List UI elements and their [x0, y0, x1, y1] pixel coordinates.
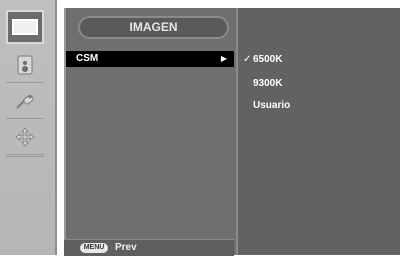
footer-bar: MENU Prev: [64, 239, 234, 256]
picture-category[interactable]: [6, 10, 44, 44]
rail-divider: [6, 156, 44, 157]
audio-category[interactable]: [6, 48, 44, 83]
checkmark-icon: ✓: [243, 54, 252, 65]
key-tag-icon: [16, 94, 34, 109]
category-rail: [0, 0, 57, 255]
option-9300k[interactable]: 9300K: [253, 78, 282, 90]
option-usuario[interactable]: Usuario: [253, 100, 290, 112]
move-arrows-icon: [15, 127, 35, 147]
option-label: Usuario: [253, 100, 291, 111]
monitor-icon: [12, 19, 38, 35]
option-6500k[interactable]: ✓ 6500K: [243, 54, 283, 66]
menu-item-csm[interactable]: CSM ▶: [66, 51, 234, 67]
menu-title: IMAGEN: [78, 16, 229, 39]
position-category[interactable]: [6, 120, 44, 155]
setup-category[interactable]: [6, 84, 44, 119]
picture-menu-panel: IMAGEN CSM ▶: [64, 8, 236, 255]
option-label: 9300K: [253, 78, 283, 89]
menu-item-label: CSM: [76, 53, 99, 64]
prev-label: Prev: [115, 242, 137, 253]
speaker-icon: [17, 55, 33, 75]
menu-key-icon: MENU: [80, 243, 108, 253]
csm-submenu-panel: ✓ 6500K 9300K Usuario: [236, 8, 400, 255]
submenu-arrow-icon: ▶: [220, 54, 227, 63]
option-label: 6500K: [253, 54, 283, 65]
